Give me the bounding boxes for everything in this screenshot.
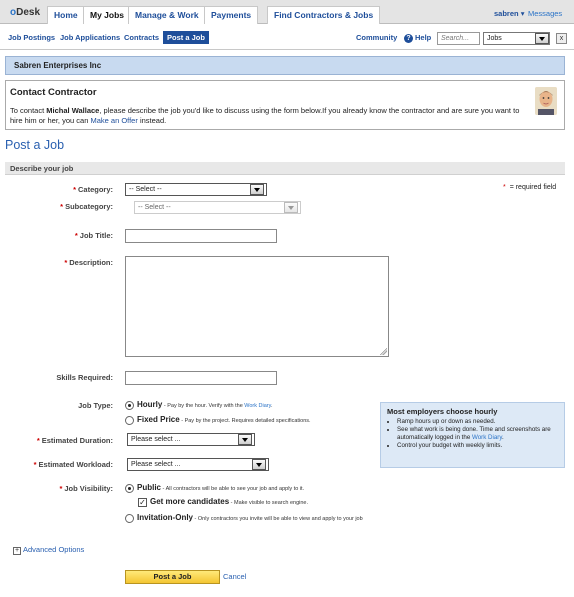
job-title-input[interactable]	[125, 229, 277, 243]
work-diary-link[interactable]: Work Diary	[472, 434, 502, 441]
tip-list: Ramp hours up or down as needed. See wha…	[387, 418, 558, 450]
subnav-contracts[interactable]: Contracts	[124, 33, 159, 42]
search-scope-select[interactable]: Jobs	[483, 32, 550, 45]
subnav-job-applications[interactable]: Job Applications	[60, 33, 120, 42]
plus-icon: +	[13, 547, 21, 555]
tip-item: Ramp hours up or down as needed.	[397, 418, 558, 426]
subnav-job-postings[interactable]: Job Postings	[8, 33, 55, 42]
subcategory-select[interactable]: -- Select --	[134, 201, 301, 214]
page-title: Post a Job	[5, 138, 65, 152]
messages-link[interactable]: Messages	[528, 9, 562, 18]
tip-title: Most employers choose hourly	[387, 407, 498, 416]
more-candidates-option: Get more candidates - Make visible to se…	[150, 497, 309, 506]
more-candidates-checkbox[interactable]: ✓	[138, 498, 147, 507]
visibility-label: * Job Visibility:	[59, 484, 113, 493]
nav-tab-payments[interactable]: Payments	[204, 6, 259, 24]
required-note: * = required field	[503, 184, 557, 191]
contractor-avatar	[535, 87, 557, 115]
description-label: * Description:	[64, 258, 113, 267]
post-job-button[interactable]: Post a Job	[125, 570, 220, 584]
workload-select[interactable]: Please select ...	[127, 458, 269, 471]
duration-select[interactable]: Please select ...	[127, 433, 255, 446]
work-diary-link[interactable]: Work Diary	[244, 403, 271, 409]
section-header: Describe your job	[5, 162, 565, 175]
make-offer-link[interactable]: Make an Offer	[90, 116, 137, 125]
fixed-price-radio[interactable]	[125, 416, 134, 425]
chevron-down-icon[interactable]	[284, 202, 298, 213]
contact-text: To contact Michal Wallace, please descri…	[10, 106, 520, 125]
nav-tab-find-contractors[interactable]: Find Contractors & Jobs	[267, 6, 381, 24]
description-textarea[interactable]	[125, 256, 389, 357]
subnav-post-a-job[interactable]: Post a Job	[163, 31, 209, 44]
subnav-community[interactable]: Community	[356, 33, 397, 42]
company-banner: Sabren Enterprises Inc	[5, 56, 565, 75]
nav-tab-manage-work[interactable]: Manage & Work	[128, 6, 206, 24]
search-input[interactable]: Search...	[437, 32, 480, 45]
nav-tab-my-jobs[interactable]: My Jobs	[83, 6, 132, 24]
hourly-option: Hourly - Pay by the hour. Verify with th…	[137, 400, 273, 409]
hourly-radio[interactable]	[125, 401, 134, 410]
hourly-tip-box: Most employers choose hourly Ramp hours …	[380, 402, 565, 468]
resize-handle[interactable]	[380, 348, 387, 355]
contact-title: Contact Contractor	[10, 87, 97, 98]
odesk-logo[interactable]: oDesk	[10, 7, 40, 18]
top-nav-bar: oDesk Home My Jobs Manage & Work Payment…	[0, 0, 574, 24]
chevron-down-icon[interactable]	[252, 459, 266, 470]
chevron-down-icon[interactable]	[535, 33, 549, 44]
workload-label: * Estimated Workload:	[33, 460, 113, 469]
subcategory-label: * Subcategory:	[60, 202, 113, 211]
job-type-label: Job Type:	[78, 401, 113, 410]
public-radio[interactable]	[125, 484, 134, 493]
advanced-options-toggle[interactable]: + Advanced Options	[13, 545, 84, 555]
contact-contractor-box: Contact Contractor To contact Michal Wal…	[5, 80, 565, 130]
duration-label: * Estimated Duration:	[36, 436, 113, 445]
tip-item: Control your budget with weekly limits.	[397, 442, 558, 450]
category-label: * Category:	[73, 185, 113, 194]
cancel-link[interactable]: Cancel	[223, 572, 246, 581]
close-icon[interactable]: x	[556, 33, 567, 44]
skills-label: Skills Required:	[56, 373, 113, 382]
help-icon: ?	[404, 34, 413, 43]
chevron-down-icon[interactable]	[238, 434, 252, 445]
subnav-help[interactable]: ? Help	[404, 33, 431, 43]
chevron-down-icon[interactable]	[250, 184, 264, 195]
tip-item: See what work is being done. Time and sc…	[397, 426, 558, 442]
category-select[interactable]: -- Select --	[125, 183, 267, 196]
fixed-price-option: Fixed Price - Pay by the project. Requir…	[137, 415, 311, 424]
user-menu[interactable]: sabren ▾	[494, 9, 524, 18]
invitation-only-radio[interactable]	[125, 514, 134, 523]
invitation-only-option: Invitation-Only - Only contractors you i…	[137, 513, 363, 522]
job-title-label: * Job Title:	[74, 231, 113, 240]
nav-tab-home[interactable]: Home	[47, 6, 85, 24]
skills-input[interactable]	[125, 371, 277, 385]
public-option: Public - All contractors will be able to…	[137, 483, 305, 492]
